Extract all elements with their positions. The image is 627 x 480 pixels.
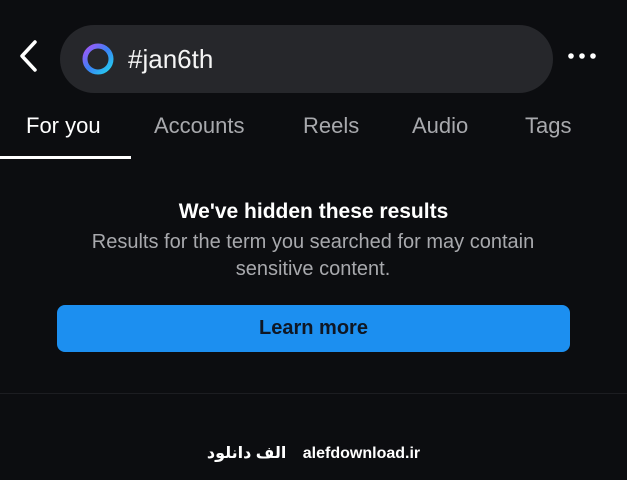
tab-tags[interactable]: Tags bbox=[525, 113, 571, 139]
hidden-results-notice: We've hidden these results Results for t… bbox=[0, 195, 627, 283]
more-horizontal-icon bbox=[568, 53, 596, 59]
tab-for-you[interactable]: For you bbox=[26, 113, 101, 139]
active-tab-indicator bbox=[0, 156, 131, 159]
watermark-domain: alefdownload.ir bbox=[302, 445, 421, 462]
watermark-persian: الف دانلود bbox=[206, 445, 287, 462]
search-bar[interactable] bbox=[60, 25, 553, 93]
tab-reels[interactable]: Reels bbox=[303, 113, 359, 139]
learn-more-button[interactable]: Learn more bbox=[57, 305, 570, 352]
divider bbox=[0, 393, 627, 394]
search-header bbox=[0, 0, 627, 110]
watermark: الف دانلود alefdownload.ir bbox=[0, 443, 627, 463]
tab-accounts[interactable]: Accounts bbox=[154, 113, 245, 139]
tab-audio[interactable]: Audio bbox=[412, 113, 468, 139]
chevron-left-icon bbox=[20, 40, 37, 72]
more-options-button[interactable] bbox=[562, 40, 602, 72]
notice-title: We've hidden these results bbox=[178, 200, 449, 223]
search-tabs: For you Accounts Reels Audio Tags bbox=[0, 100, 627, 160]
meta-ai-ring-icon bbox=[80, 41, 116, 77]
notice-body: Results for the term you searched for ma… bbox=[91, 231, 535, 280]
search-input[interactable] bbox=[128, 39, 528, 79]
back-button[interactable] bbox=[10, 34, 46, 78]
